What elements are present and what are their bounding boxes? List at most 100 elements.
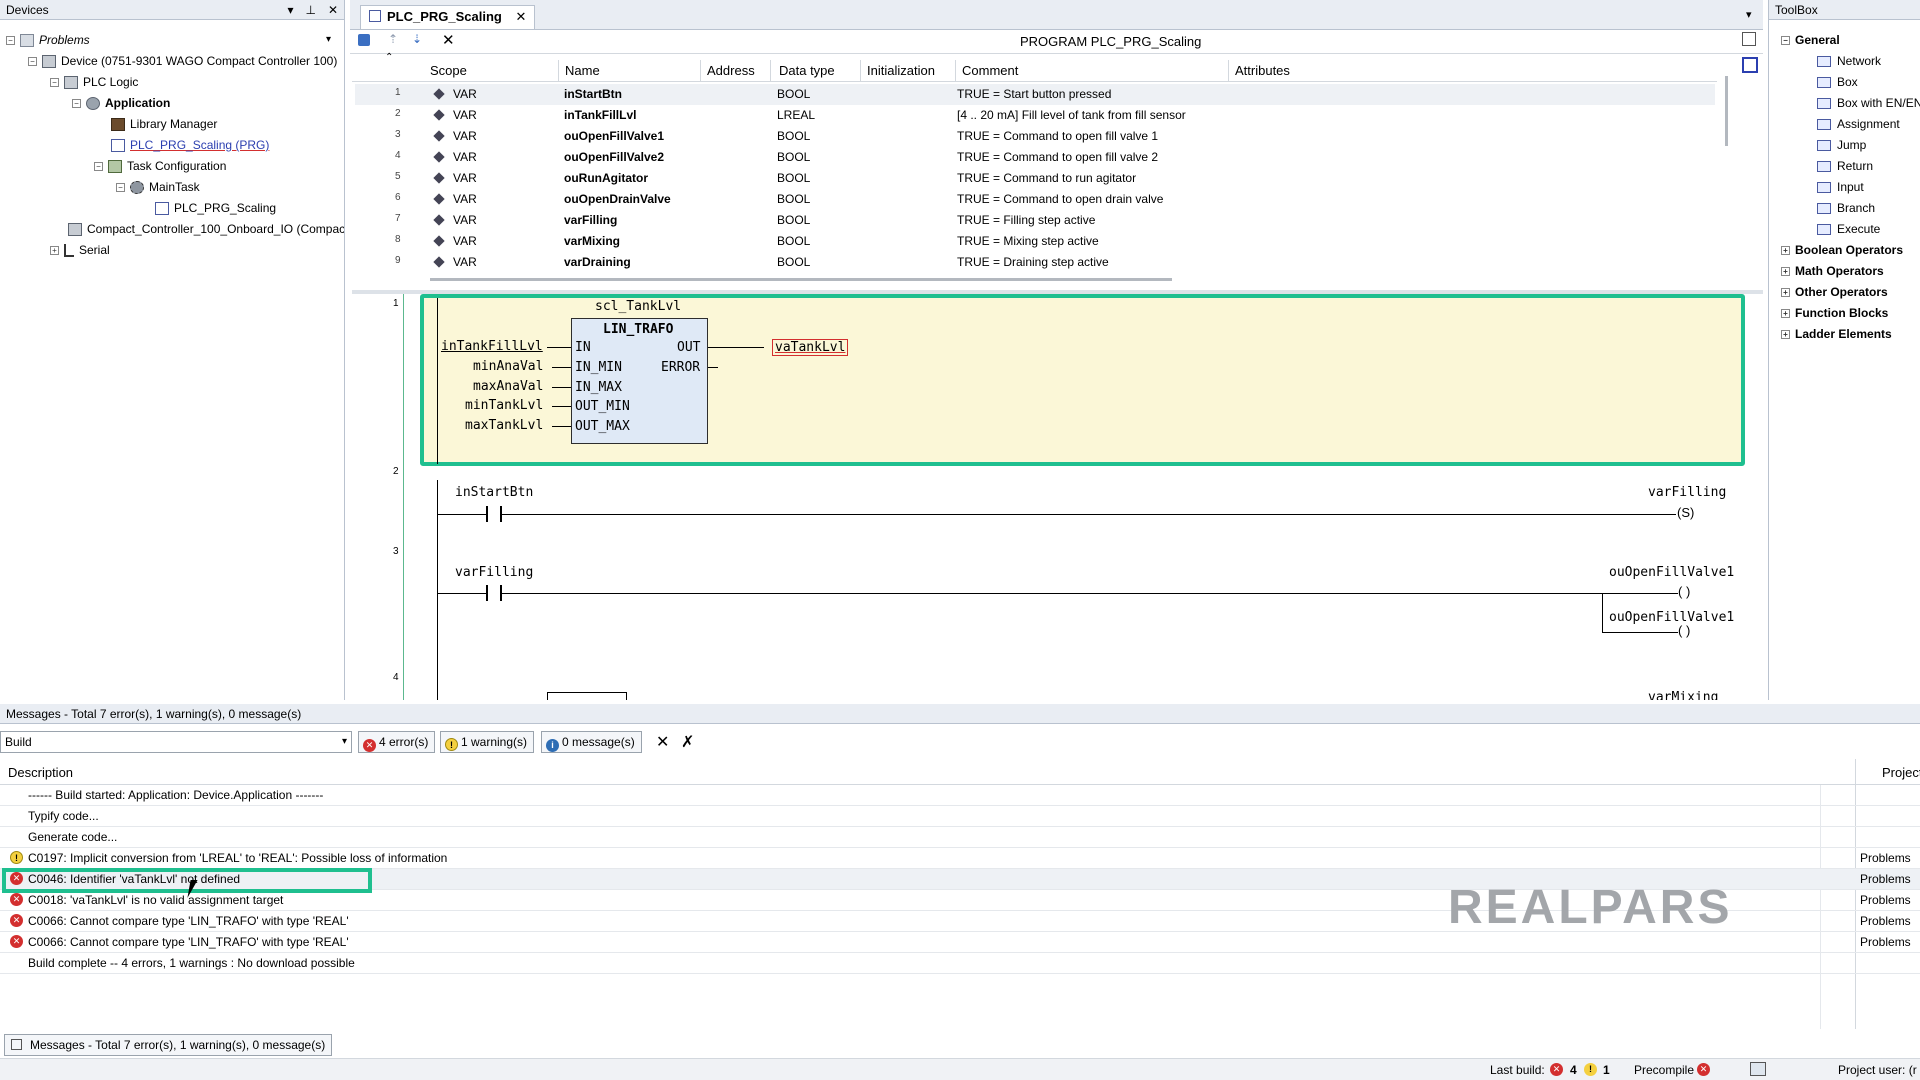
- var-comment[interactable]: TRUE = Mixing step active: [957, 234, 1099, 248]
- expand-icon[interactable]: +: [1781, 330, 1790, 340]
- var-comment[interactable]: TRUE = Draining step active: [957, 255, 1109, 269]
- collapse-decl-icon[interactable]: ⌃: [385, 52, 393, 63]
- var-type[interactable]: BOOL: [777, 171, 810, 185]
- network-status-icon[interactable]: [1750, 1062, 1766, 1076]
- n2-coil-label[interactable]: varFilling: [1648, 485, 1726, 500]
- decl-hscroll[interactable]: [430, 278, 1172, 281]
- decl-row[interactable]: 1 VAR inStartBtn BOOL TRUE = Start button pr…: [355, 84, 1715, 105]
- toolbox-item[interactable]: Execute: [1817, 219, 1880, 239]
- move-down-icon[interactable]: ⇣: [412, 32, 422, 46]
- decl-row[interactable]: 2 VAR inTankFillLvl LREAL [4 .. 20 mA] Fill …: [355, 105, 1715, 126]
- col-address[interactable]: Address: [707, 63, 755, 78]
- input-var-intankfilllvl[interactable]: inTankFillLvl: [441, 339, 543, 354]
- var-scope[interactable]: VAR: [453, 255, 477, 269]
- collapse-icon[interactable]: −: [1781, 36, 1790, 46]
- n2-contact-label[interactable]: inStartBtn: [455, 485, 533, 500]
- var-name[interactable]: ouOpenFillValve2: [564, 150, 664, 164]
- message-row[interactable]: Typify code...: [0, 806, 1920, 827]
- var-name[interactable]: varFilling: [564, 213, 617, 227]
- var-name[interactable]: inTankFillLvl: [564, 108, 636, 122]
- var-scope[interactable]: VAR: [453, 150, 477, 164]
- toolbox-category[interactable]: + Function Blocks: [1781, 303, 1888, 323]
- toolbox-item[interactable]: Box with EN/EN: [1817, 93, 1920, 113]
- col-attributes[interactable]: Attributes: [1235, 63, 1290, 78]
- n4-block-partial[interactable]: [547, 692, 627, 700]
- tree-item-plc-prg-call[interactable]: PLC_PRG_Scaling: [155, 198, 276, 218]
- tree-item-onboard-io[interactable]: Compact_Controller_100_Onboard_IO (Compa…: [68, 219, 344, 239]
- var-comment[interactable]: TRUE = Command to open fill valve 1: [957, 129, 1158, 143]
- input-var-mintanklvl[interactable]: minTankLvl: [465, 398, 543, 413]
- status-warning-count[interactable]: 1: [1603, 1063, 1610, 1077]
- tree-item-plc-prg-scaling[interactable]: PLC_PRG_Scaling (PRG): [111, 135, 269, 155]
- var-comment[interactable]: TRUE = Filling step active: [957, 213, 1095, 227]
- message-row[interactable]: ✕ C0066: Cannot compare type 'LIN_TRAFO' …: [0, 932, 1920, 953]
- tree-item-serial[interactable]: + Serial: [50, 240, 110, 260]
- col-project[interactable]: Project: [1882, 765, 1920, 780]
- input-var-maxtanklvl[interactable]: maxTankLvl: [465, 418, 543, 433]
- message-row[interactable]: Build complete -- 4 errors, 1 warnings :…: [0, 953, 1920, 974]
- decl-row[interactable]: 7 VAR varFilling BOOL TRUE = Filling step ac…: [355, 210, 1715, 231]
- collapse-icon[interactable]: −: [72, 99, 81, 109]
- var-scope[interactable]: VAR: [453, 213, 477, 227]
- var-scope[interactable]: VAR: [453, 192, 477, 206]
- var-scope[interactable]: VAR: [453, 234, 477, 248]
- var-scope[interactable]: VAR: [453, 87, 477, 101]
- errors-filter-button[interactable]: ✕ 4 error(s): [358, 731, 436, 753]
- tree-item-library-manager[interactable]: Library Manager: [111, 114, 217, 134]
- decl-row[interactable]: 9 VAR varDraining BOOL TRUE = Draining step …: [355, 252, 1715, 273]
- tabular-view-icon[interactable]: [1742, 57, 1758, 73]
- n2-contact[interactable]: [486, 506, 502, 522]
- toolbox-category[interactable]: + Ladder Elements: [1781, 324, 1892, 344]
- col-description[interactable]: Description: [8, 765, 73, 780]
- var-type[interactable]: LREAL: [777, 108, 815, 122]
- toolbox-item[interactable]: Input: [1817, 177, 1864, 197]
- toolbox-category[interactable]: + Other Operators: [1781, 282, 1888, 302]
- clear-all-messages-icon[interactable]: ✗: [681, 732, 694, 752]
- decl-vscroll[interactable]: [1725, 76, 1728, 146]
- col-initialization[interactable]: Initialization: [867, 63, 935, 78]
- var-type[interactable]: BOOL: [777, 129, 810, 143]
- decl-row[interactable]: 5 VAR ouRunAgitator BOOL TRUE = Command to r…: [355, 168, 1715, 189]
- var-name[interactable]: inStartBtn: [564, 87, 622, 101]
- move-up-icon[interactable]: ⇡: [388, 32, 398, 46]
- collapse-icon[interactable]: −: [50, 78, 59, 88]
- var-type[interactable]: BOOL: [777, 192, 810, 206]
- var-scope[interactable]: VAR: [453, 171, 477, 185]
- input-var-maxanaval[interactable]: maxAnaVal: [473, 379, 543, 394]
- tree-item-maintask[interactable]: − MainTask: [116, 177, 200, 197]
- tab-list-dropdown[interactable]: ▾: [1746, 8, 1752, 21]
- tree-item-problems[interactable]: − Problems: [6, 30, 90, 50]
- tree-item-device[interactable]: − Device (0751-9301 WAGO Compact Controll…: [28, 51, 337, 71]
- n3-coil1[interactable]: ( ): [1678, 584, 1691, 599]
- toolbox-item[interactable]: Branch: [1817, 198, 1875, 218]
- messages-filter-button[interactable]: i0 message(s): [541, 731, 642, 753]
- n3-coil1-label[interactable]: ouOpenFillValve1: [1609, 565, 1734, 580]
- expand-icon[interactable]: +: [1781, 288, 1790, 298]
- message-row[interactable]: ! C0197: Implicit conversion from 'LREAL'…: [0, 848, 1920, 869]
- var-type[interactable]: BOOL: [777, 87, 810, 101]
- col-scope[interactable]: Scope: [430, 63, 467, 78]
- n3-coil2[interactable]: ( ): [1678, 623, 1691, 638]
- expand-icon[interactable]: +: [50, 246, 59, 256]
- var-comment[interactable]: TRUE = Command to open fill valve 2: [957, 150, 1158, 164]
- col-name[interactable]: Name: [565, 63, 600, 78]
- n3-contact-label[interactable]: varFilling: [455, 565, 533, 580]
- var-scope[interactable]: VAR: [453, 108, 477, 122]
- tab-plc-prg-scaling[interactable]: PLC_PRG_Scaling ✕: [360, 5, 536, 29]
- toolbox-category[interactable]: + Math Operators: [1781, 261, 1884, 281]
- toolbox-item[interactable]: Jump: [1817, 135, 1866, 155]
- auto-declare-icon[interactable]: [358, 34, 370, 46]
- collapse-icon[interactable]: −: [6, 36, 15, 46]
- var-name[interactable]: ouOpenDrainValve: [564, 192, 671, 206]
- warnings-filter-button[interactable]: ! 1 warning(s): [440, 731, 535, 753]
- toolbox-category[interactable]: + Boolean Operators: [1781, 240, 1903, 260]
- close-icon[interactable]: ✕: [328, 0, 338, 20]
- message-row[interactable]: Generate code...: [0, 827, 1920, 848]
- var-scope[interactable]: VAR: [453, 129, 477, 143]
- n2-set-coil[interactable]: (S): [1676, 505, 1696, 520]
- input-var-minanaval[interactable]: minAnaVal: [473, 359, 543, 374]
- textual-view-icon[interactable]: [1742, 32, 1756, 46]
- var-name[interactable]: ouRunAgitator: [564, 171, 648, 185]
- tab-close-icon[interactable]: ✕: [516, 9, 527, 24]
- decl-row[interactable]: 8 VAR varMixing BOOL TRUE = Mixing step acti…: [355, 231, 1715, 252]
